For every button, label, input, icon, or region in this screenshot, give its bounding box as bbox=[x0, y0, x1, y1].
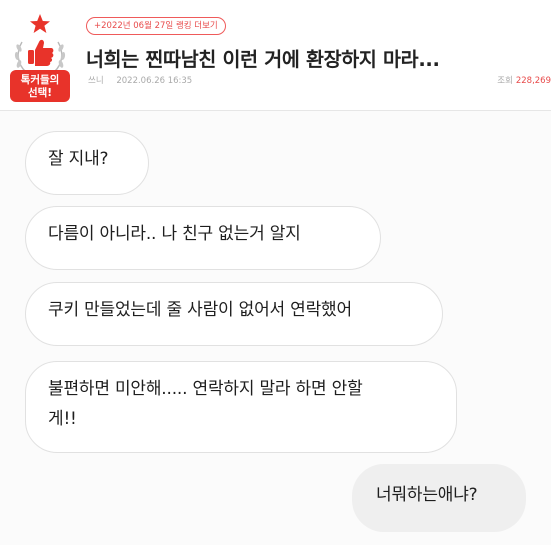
message-bubble-received: 다름이 아니라.. 나 친구 없는거 알지 bbox=[25, 206, 381, 270]
view-count: 조회 228,269 bbox=[497, 74, 551, 86]
badge-label-line2: 선택! bbox=[27, 87, 53, 99]
message-bubble-received: 쿠키 만들었는데 줄 사람이 없어서 연락했어 bbox=[25, 282, 443, 346]
message-bubble-received: 잘 지내? bbox=[25, 131, 149, 195]
thumbs-up-icon bbox=[28, 39, 54, 66]
post-title: 너희는 찐따남친 이런 거에 환장하지 마라... bbox=[86, 48, 440, 71]
message-text-line1: 불편하면 미안해..... 연락하지 말라 하면 안할 bbox=[48, 379, 363, 399]
message-text: 잘 지내? bbox=[48, 149, 109, 169]
post-meta: 쓰니 2022.06.26 16:35 bbox=[88, 74, 192, 86]
views-label: 조회 bbox=[497, 76, 513, 86]
message-text: 너뭐하는애냐? bbox=[376, 485, 478, 505]
ranking-more-link[interactable]: +2022년 06월 27일 랭킹 더보기 bbox=[86, 17, 226, 35]
message-text: 쿠키 만들었는데 줄 사람이 없어서 연락했어 bbox=[48, 300, 352, 320]
star-icon bbox=[30, 14, 50, 33]
post-date: 2022.06.26 16:35 bbox=[116, 76, 193, 86]
chat-screenshot: 잘 지내? 다름이 아니라.. 나 친구 없는거 알지 쿠키 만들었는데 줄 사… bbox=[0, 111, 551, 545]
message-bubble-received: 불편하면 미안해..... 연락하지 말라 하면 안할 게!! bbox=[25, 361, 457, 453]
author-name: 쓰니 bbox=[88, 76, 104, 86]
badge-label: 톡커들의 선택! bbox=[6, 74, 74, 100]
message-bubble-sent: 너뭐하는애냐? bbox=[352, 464, 526, 532]
post-header: 톡커들의 선택! +2022년 06월 27일 랭킹 더보기 너희는 찐따남친 … bbox=[0, 0, 551, 110]
message-text-line2: 게!! bbox=[48, 409, 77, 429]
views-number: 228,269 bbox=[515, 76, 551, 86]
badge-label-line1: 톡커들의 bbox=[20, 74, 60, 86]
tokker-choice-badge: 톡커들의 선택! bbox=[6, 12, 74, 104]
message-text: 다름이 아니라.. 나 친구 없는거 알지 bbox=[48, 224, 301, 244]
